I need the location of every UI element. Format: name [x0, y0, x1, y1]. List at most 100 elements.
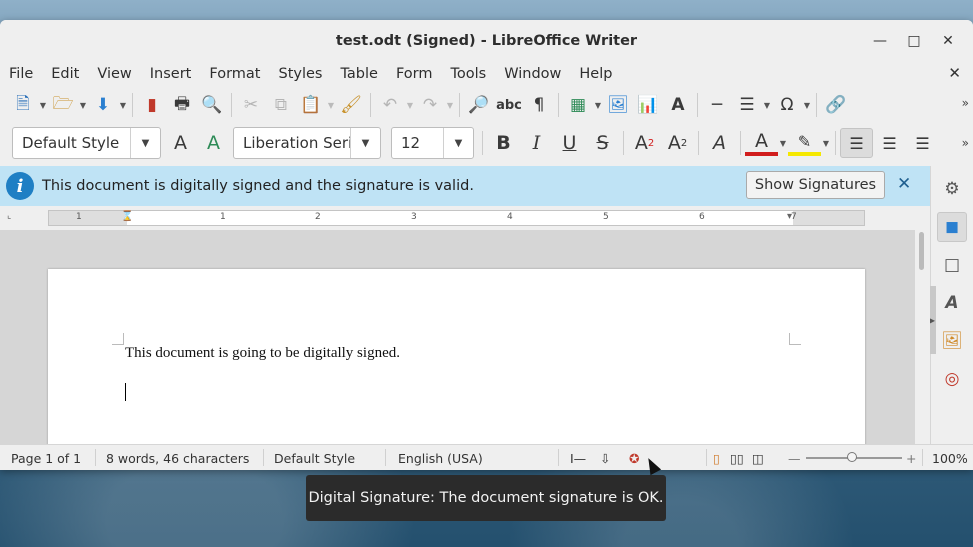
- digital-signature-icon[interactable]: ✪: [629, 451, 639, 466]
- redo-dropdown-icon[interactable]: ▼: [445, 91, 455, 119]
- document-modified-icon[interactable]: ⇩: [600, 451, 610, 466]
- menu-window[interactable]: Window: [495, 66, 570, 82]
- properties-icon[interactable]: ◼: [937, 212, 967, 242]
- new-dropdown-icon[interactable]: ▼: [38, 91, 48, 119]
- insert-text-box-icon[interactable]: A: [663, 91, 693, 119]
- formatting-marks-icon[interactable]: ¶: [524, 91, 554, 119]
- left-indent-marker[interactable]: ⌛: [121, 211, 133, 222]
- zoom-level[interactable]: 100%: [932, 451, 968, 466]
- zoom-in-icon[interactable]: +: [906, 451, 916, 466]
- save-icon[interactable]: ⬇: [88, 91, 118, 119]
- menu-tools[interactable]: Tools: [442, 66, 496, 82]
- language-status[interactable]: English (USA): [398, 451, 483, 466]
- special-character-icon[interactable]: Ω: [772, 91, 802, 119]
- horizontal-ruler[interactable]: ⌛ 1 1 2 3 4 5 6 7 ▾: [48, 210, 865, 226]
- close-document-icon[interactable]: ✕: [948, 64, 961, 82]
- document-canvas[interactable]: This document is going to be digitally s…: [0, 230, 915, 444]
- menu-insert[interactable]: Insert: [141, 66, 201, 82]
- insert-image-icon[interactable]: 🖼: [603, 91, 633, 119]
- scrollbar-thumb[interactable]: [919, 232, 924, 270]
- chevron-down-icon[interactable]: ▼: [350, 128, 380, 158]
- styles-icon[interactable]: A: [937, 288, 967, 318]
- insert-table-icon[interactable]: ▦: [563, 91, 593, 119]
- document-text[interactable]: This document is going to be digitally s…: [125, 345, 400, 362]
- book-view-icon[interactable]: ◫: [752, 451, 764, 466]
- insert-chart-icon[interactable]: 📊: [633, 91, 663, 119]
- menu-form[interactable]: Form: [387, 66, 442, 82]
- new-style-icon[interactable]: A: [197, 128, 230, 158]
- paragraph-style-combo[interactable]: Default Style ▼: [12, 127, 161, 159]
- save-dropdown-icon[interactable]: ▼: [118, 91, 128, 119]
- font-color-dropdown-icon[interactable]: ▼: [778, 129, 788, 157]
- close-infobar-icon[interactable]: ✕: [897, 174, 911, 194]
- font-size-combo[interactable]: 12 ▼: [391, 127, 474, 159]
- close-window-icon[interactable]: ✕: [931, 30, 965, 52]
- multi-page-view-icon[interactable]: ▯▯: [730, 451, 744, 466]
- highlighting-icon[interactable]: ✎: [788, 130, 821, 156]
- toolbar-overflow-icon[interactable]: »: [962, 96, 969, 110]
- open-dropdown-icon[interactable]: ▼: [78, 91, 88, 119]
- undo-dropdown-icon[interactable]: ▼: [405, 91, 415, 119]
- find-replace-icon[interactable]: 🔎: [464, 91, 494, 119]
- minimize-icon[interactable]: —: [863, 30, 897, 52]
- word-count-status[interactable]: 8 words, 46 characters: [106, 451, 249, 466]
- toolbar-overflow-icon[interactable]: »: [962, 136, 969, 150]
- superscript-icon[interactable]: A2: [628, 128, 661, 158]
- special-character-dropdown-icon[interactable]: ▼: [802, 91, 812, 119]
- field-dropdown-icon[interactable]: ▼: [762, 91, 772, 119]
- vertical-scrollbar[interactable]: [915, 230, 930, 444]
- clear-formatting-icon[interactable]: A: [703, 128, 736, 158]
- zoom-out-icon[interactable]: —: [788, 451, 801, 466]
- document-page[interactable]: This document is going to be digitally s…: [48, 269, 865, 444]
- page-number-status[interactable]: Page 1 of 1: [11, 451, 81, 466]
- align-left-icon[interactable]: ☰: [840, 128, 873, 158]
- maximize-icon[interactable]: □: [897, 30, 931, 52]
- chevron-down-icon[interactable]: ▼: [130, 128, 160, 158]
- sidebar-settings-icon[interactable]: ⚙: [937, 174, 967, 204]
- menu-file[interactable]: File: [0, 66, 42, 82]
- bold-icon[interactable]: B: [487, 128, 520, 158]
- chevron-down-icon[interactable]: ▼: [443, 128, 473, 158]
- insert-hyperlink-icon[interactable]: 🔗: [821, 91, 851, 119]
- zoom-slider-handle[interactable]: [847, 452, 857, 462]
- menu-format[interactable]: Format: [200, 66, 269, 82]
- insert-page-break-icon[interactable]: ─: [702, 91, 732, 119]
- spelling-icon[interactable]: abc: [494, 91, 524, 119]
- gallery-icon[interactable]: 🖼: [937, 326, 967, 356]
- export-pdf-icon[interactable]: ▮: [137, 91, 167, 119]
- menu-table[interactable]: Table: [331, 66, 387, 82]
- paste-icon[interactable]: 📋: [296, 91, 326, 119]
- redo-icon[interactable]: ↷: [415, 91, 445, 119]
- font-name-combo[interactable]: Liberation Seri ▼: [233, 127, 381, 159]
- copy-icon[interactable]: ⧉: [266, 91, 296, 119]
- insert-field-icon[interactable]: ☰: [732, 91, 762, 119]
- tab-stop-selector[interactable]: ⌞: [7, 211, 11, 221]
- menu-styles[interactable]: Styles: [269, 66, 331, 82]
- font-color-icon[interactable]: A: [745, 130, 778, 156]
- highlighting-dropdown-icon[interactable]: ▼: [821, 129, 831, 157]
- cut-icon[interactable]: ✂: [236, 91, 266, 119]
- underline-icon[interactable]: U: [553, 128, 586, 158]
- align-center-icon[interactable]: ☰: [873, 128, 906, 158]
- show-signatures-button[interactable]: Show Signatures: [746, 171, 885, 199]
- new-document-icon[interactable]: 🗎: [8, 91, 38, 119]
- print-icon[interactable]: 🖶: [167, 91, 197, 119]
- clone-formatting-icon[interactable]: 🖌: [336, 91, 366, 119]
- italic-icon[interactable]: I: [520, 128, 553, 158]
- align-right-icon[interactable]: ☰: [906, 128, 939, 158]
- update-style-icon[interactable]: A: [164, 128, 197, 158]
- menu-edit[interactable]: Edit: [42, 66, 88, 82]
- table-dropdown-icon[interactable]: ▼: [593, 91, 603, 119]
- menu-view[interactable]: View: [88, 66, 140, 82]
- insert-mode-icon[interactable]: I—: [570, 451, 586, 466]
- undo-icon[interactable]: ↶: [375, 91, 405, 119]
- print-preview-icon[interactable]: 🔍: [197, 91, 227, 119]
- open-folder-icon[interactable]: 🗁: [48, 91, 78, 119]
- menu-help[interactable]: Help: [570, 66, 621, 82]
- page-icon[interactable]: □: [937, 250, 967, 280]
- right-indent-marker[interactable]: ▾: [787, 211, 792, 222]
- navigator-icon[interactable]: ◎: [937, 364, 967, 394]
- paste-dropdown-icon[interactable]: ▼: [326, 91, 336, 119]
- strikethrough-icon[interactable]: S: [586, 128, 619, 158]
- subscript-icon[interactable]: A2: [661, 128, 694, 158]
